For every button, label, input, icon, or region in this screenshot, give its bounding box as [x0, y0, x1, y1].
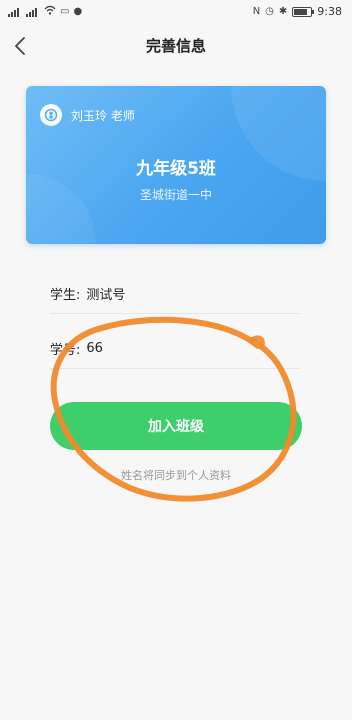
signal-icon-2 — [26, 6, 40, 17]
student-name-row: 学生: — [50, 273, 300, 314]
student-number-label: 学号: — [50, 342, 81, 358]
nav-bar: 完善信息 — [0, 26, 352, 66]
sync-note: 姓名将同步到个人资料 — [121, 469, 231, 482]
battery-icon — [292, 6, 315, 17]
status-right: N ◷ ✱ 9:38 — [253, 5, 342, 18]
signal-icon — [8, 6, 22, 17]
page-title: 完善信息 — [145, 37, 206, 55]
status-bar: ▭ ● N ◷ ✱ 9:38 — [0, 0, 352, 26]
school-name: 圣城街道一中 — [139, 188, 212, 202]
student-number-field[interactable] — [80, 340, 257, 356]
student-name-label: 学生: — [50, 287, 81, 303]
bluetooth-icon: ✱ — [278, 6, 288, 17]
teacher-row: 刘玉玲 老师 — [40, 104, 135, 126]
nfc-icon: N — [252, 6, 261, 17]
student-number-row: 学号: — [50, 328, 300, 369]
class-card: 刘玉玲 老师 九年级5班 圣城街道一中 — [26, 86, 326, 244]
notification-icon: ● — [73, 6, 83, 17]
status-time: 9:38 — [317, 5, 342, 18]
alarm-icon: ◷ — [265, 6, 274, 17]
teacher-name: 刘玉玲 老师 — [71, 108, 135, 123]
class-name: 九年级5班 — [136, 159, 216, 179]
wifi-icon — [44, 5, 56, 18]
teacher-avatar-icon — [40, 104, 62, 126]
join-class-button[interactable]: 加入班级 — [50, 402, 302, 450]
status-left: ▭ ● — [8, 5, 82, 18]
message-icon: ▭ — [60, 6, 70, 17]
student-name-field[interactable] — [80, 285, 257, 301]
